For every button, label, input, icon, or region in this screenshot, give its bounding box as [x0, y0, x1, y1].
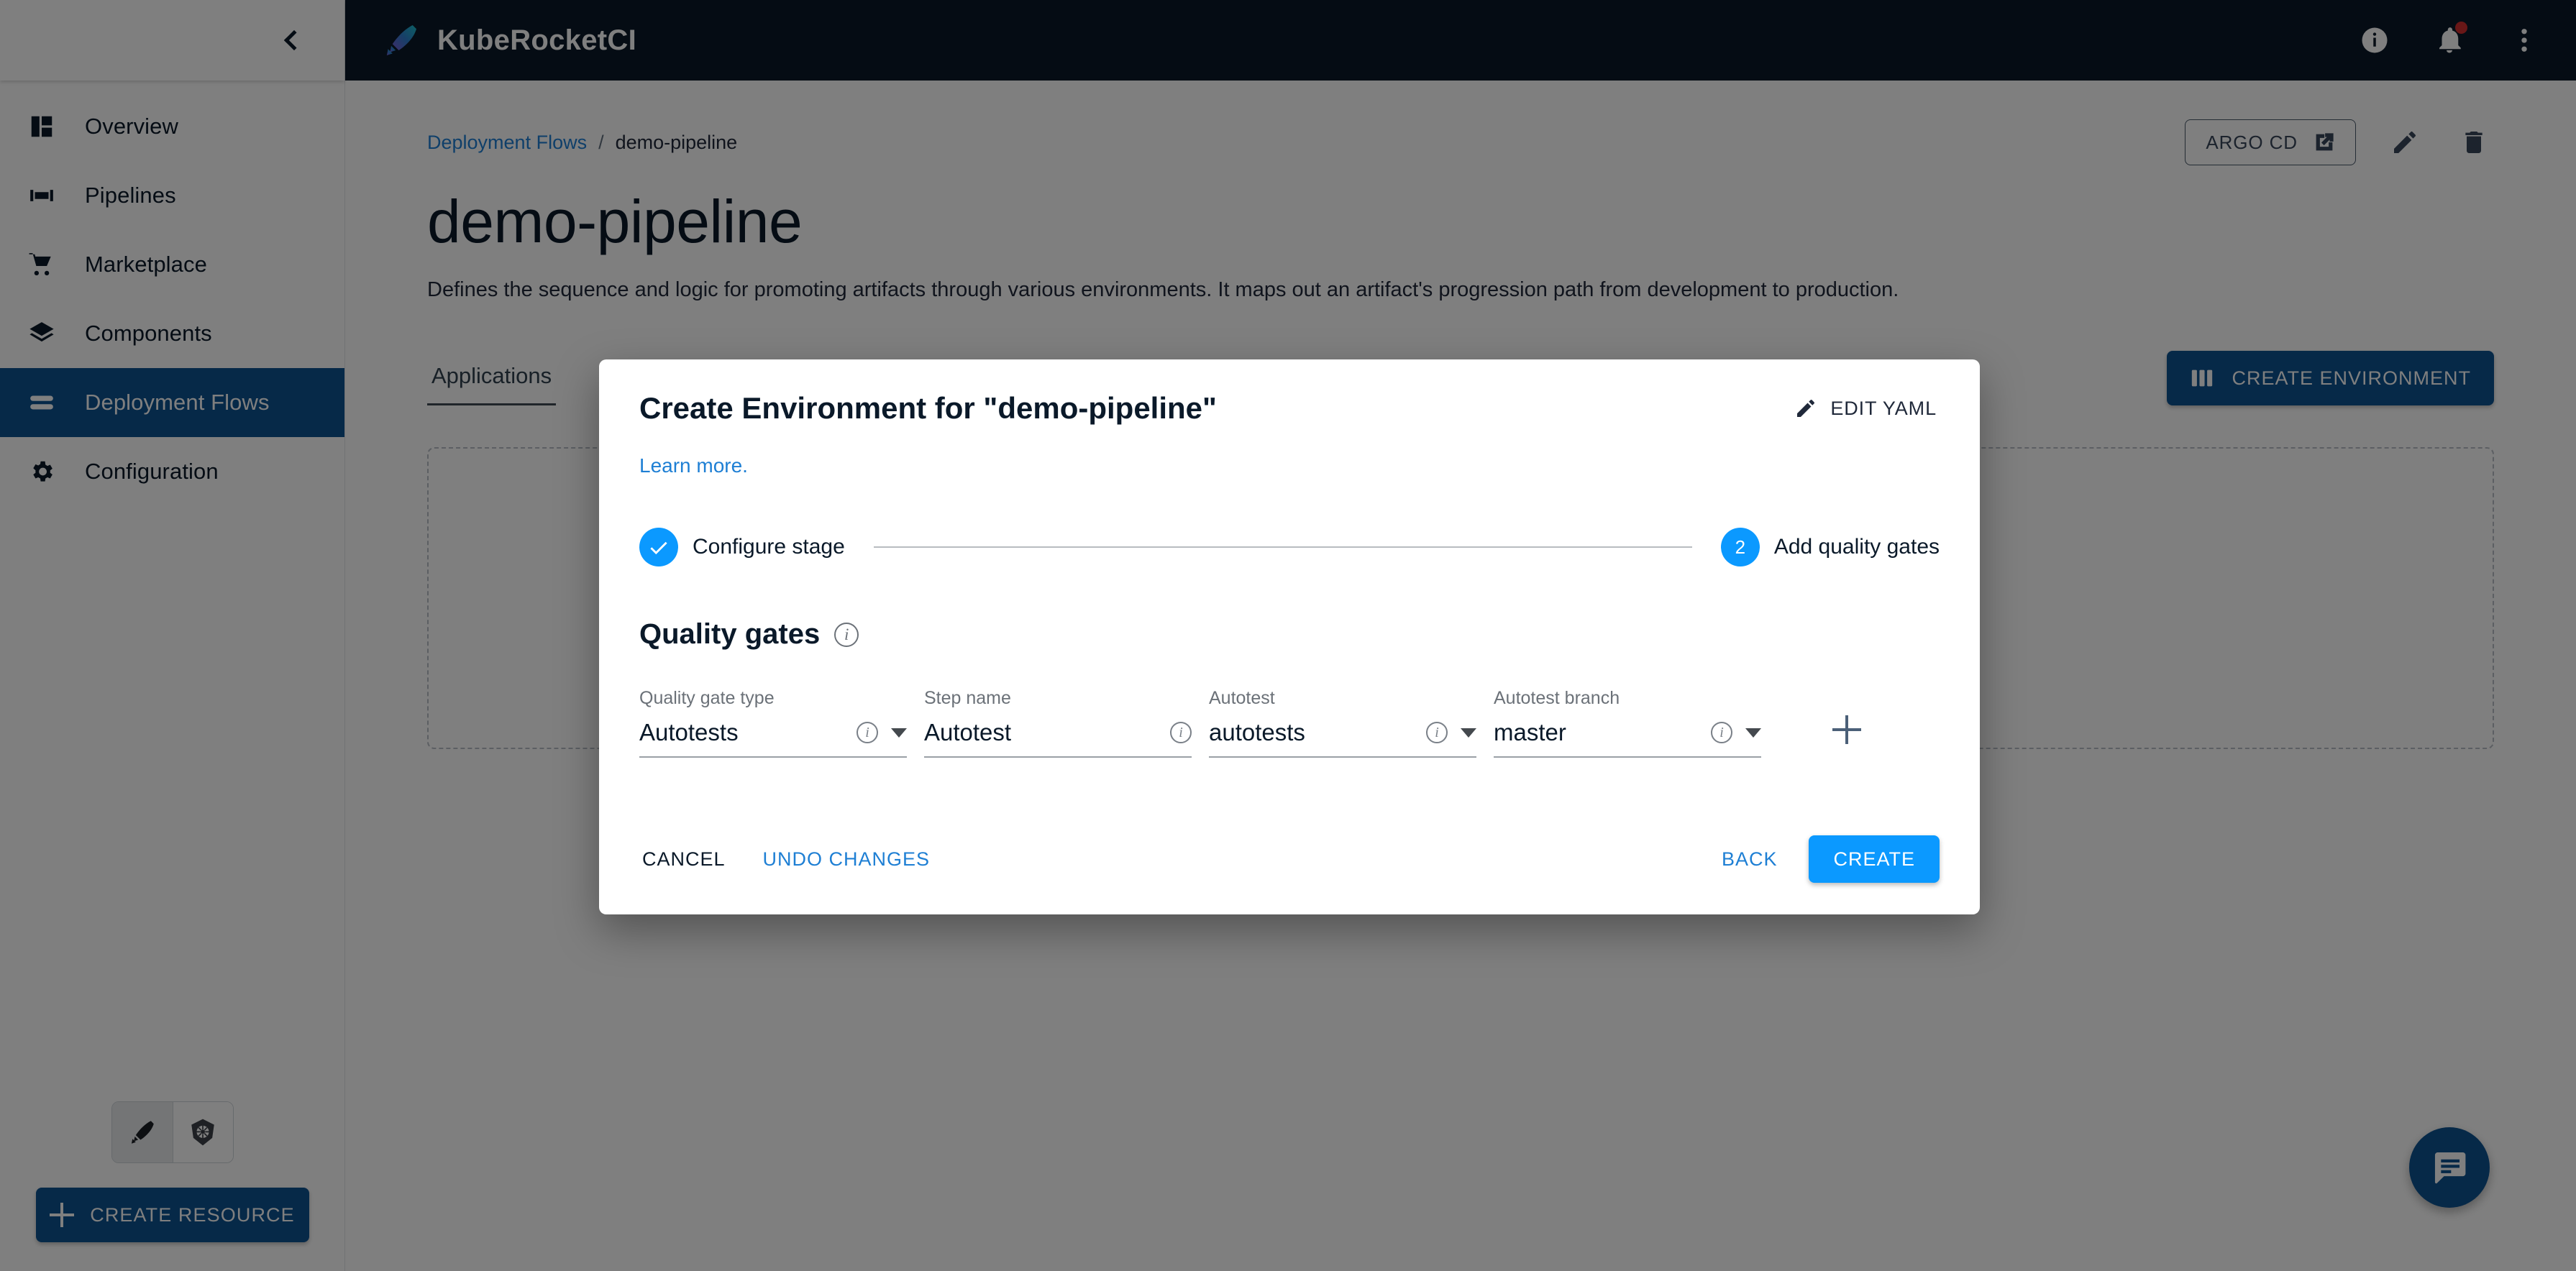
field-quality-gate-type: Quality gate type i: [639, 688, 907, 758]
quality-gates-section-header: Quality gates i: [639, 618, 1940, 651]
dialog-footer: CANCEL UNDO CHANGES BACK CREATE: [599, 835, 1980, 914]
field-step-name: Step name i: [924, 688, 1192, 758]
step-complete-marker: [639, 528, 678, 566]
step-label: Add quality gates: [1773, 535, 1940, 559]
quality-gates-title: Quality gates: [639, 618, 821, 650]
pencil-icon: [1797, 400, 1815, 417]
stepper-connector: [873, 546, 1692, 548]
dialog-title: Create Environment for "demo-pipeline": [639, 391, 1217, 425]
info-outline-icon[interactable]: i: [834, 622, 859, 647]
info-outline-icon[interactable]: i: [1426, 722, 1448, 743]
undo-changes-button[interactable]: UNDO CHANGES: [760, 841, 933, 878]
field-control[interactable]: i: [1209, 719, 1476, 758]
app-root: Overview Pipelines Marketplace Component…: [0, 0, 2576, 1271]
dialog-footer-right: BACK CREATE: [1719, 835, 1940, 883]
step-number-marker: 2: [1720, 528, 1760, 566]
edit-yaml-button[interactable]: EDIT YAML: [1791, 391, 1940, 426]
quality-gate-row: Quality gate type i Step name i Autotest: [639, 688, 1940, 758]
field-control[interactable]: i: [639, 719, 907, 758]
back-button[interactable]: BACK: [1719, 841, 1781, 878]
plus-icon: [1832, 715, 1861, 744]
field-label: Autotest: [1209, 688, 1275, 708]
create-environment-dialog: Create Environment for "demo-pipeline" E…: [599, 359, 1980, 914]
autotest-branch-input[interactable]: [1494, 719, 1711, 746]
dialog-stepper: Configure stage 2 Add quality gates: [639, 528, 1940, 566]
cancel-button[interactable]: CANCEL: [639, 841, 729, 878]
check-icon: [650, 541, 667, 555]
info-outline-icon[interactable]: i: [1170, 722, 1192, 743]
step-configure-stage[interactable]: Configure stage: [639, 528, 845, 566]
add-quality-gate-button[interactable]: [1822, 705, 1872, 755]
chevron-down-icon[interactable]: [891, 728, 907, 738]
quality-gate-type-input[interactable]: [639, 719, 857, 746]
field-label: Step name: [924, 688, 1011, 708]
step-name-input[interactable]: [924, 719, 1170, 746]
dialog-footer-left: CANCEL UNDO CHANGES: [639, 841, 933, 878]
dialog-header: Create Environment for "demo-pipeline" E…: [599, 359, 1980, 426]
field-control[interactable]: i: [924, 719, 1192, 758]
learn-more-link[interactable]: Learn more.: [639, 454, 748, 477]
step-label: Configure stage: [693, 535, 845, 559]
step-add-quality-gates[interactable]: 2 Add quality gates: [1720, 528, 1940, 566]
field-autotest: Autotest i: [1209, 688, 1476, 758]
chevron-down-icon[interactable]: [1461, 728, 1476, 738]
field-control[interactable]: i: [1494, 719, 1761, 758]
field-label: Quality gate type: [639, 688, 775, 708]
create-button[interactable]: CREATE: [1809, 835, 1940, 883]
chevron-down-icon[interactable]: [1745, 728, 1761, 738]
autotest-input[interactable]: [1209, 719, 1426, 746]
edit-yaml-label: EDIT YAML: [1830, 397, 1937, 419]
field-label: Autotest branch: [1494, 688, 1620, 708]
info-outline-icon[interactable]: i: [857, 722, 878, 743]
info-outline-icon[interactable]: i: [1711, 722, 1732, 743]
field-autotest-branch: Autotest branch i: [1494, 688, 1761, 758]
